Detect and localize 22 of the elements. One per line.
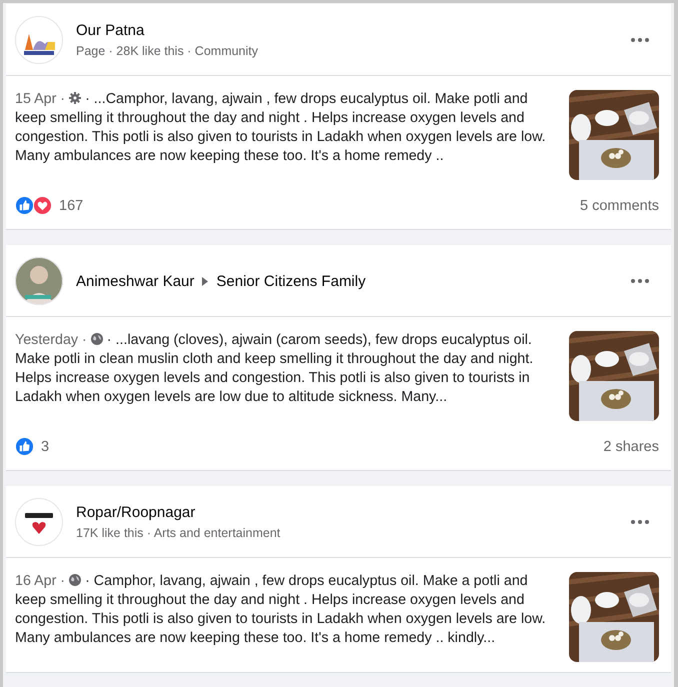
author-name[interactable]: Our Patna [76, 22, 144, 39]
author-name[interactable]: Animeshwar Kaur [76, 272, 194, 290]
page-info: 17K like this · Arts and entertainment [76, 526, 282, 540]
post-text: Yesterday · · ...lavang (cloves), ajwain (carom seeds), few drops eucalyptus oil. Make potli in clean muslin cloth and keep smelling it throughout the day and night. Helps increase oxygen levels and congestion. This potli is also given to tourists in Ladakh when oxygen levels are low due to altitude sickness. Many... [15, 331, 534, 407]
engagement-count[interactable]: 2 shares [603, 438, 659, 454]
reaction-count[interactable]: 3 [41, 438, 50, 454]
group-name[interactable]: Senior Citizens Family [216, 272, 366, 290]
more-options-icon[interactable] [631, 519, 649, 525]
thumbs-up-icon [15, 437, 34, 456]
globe-icon [90, 333, 103, 345]
reaction-count[interactable]: 167 [59, 198, 84, 214]
author-name[interactable]: Ropar/Roopnagar [76, 504, 196, 521]
more-options-icon[interactable] [631, 37, 649, 43]
post-text: 15 Apr · · ...Camphor, lavang, ajwain , few drops eucalyptus oil. Make potli and keep smelling it throughout the day and night . Helps increase oxygen levels and congestion. This potli is also given to tourists in Ladakh when oxygen levels are low. Many ambulances are now keeping these too. It's a home remedy .. [15, 90, 547, 166]
triangle-icon [202, 276, 208, 286]
globe-icon [69, 574, 82, 586]
more-options-icon[interactable] [631, 278, 649, 284]
gear-icon [69, 92, 82, 104]
engagement-count[interactable]: 5 comments [580, 198, 659, 214]
thumbs-up-icon [15, 196, 34, 215]
post-text: 16 Apr · · Camphor, lavang, ajwain , few drops eucalyptus oil. Make a potli and keep smelling it throughout the day and night . Helps increase oxygen levels and congestion. This potli is also given to tourists in Ladakh when oxygen levels are low. Many ambulances are now keeping these too. It's a home remedy .. kindly... [15, 572, 547, 648]
page-info: Page · 28K like this · Community [76, 44, 260, 58]
